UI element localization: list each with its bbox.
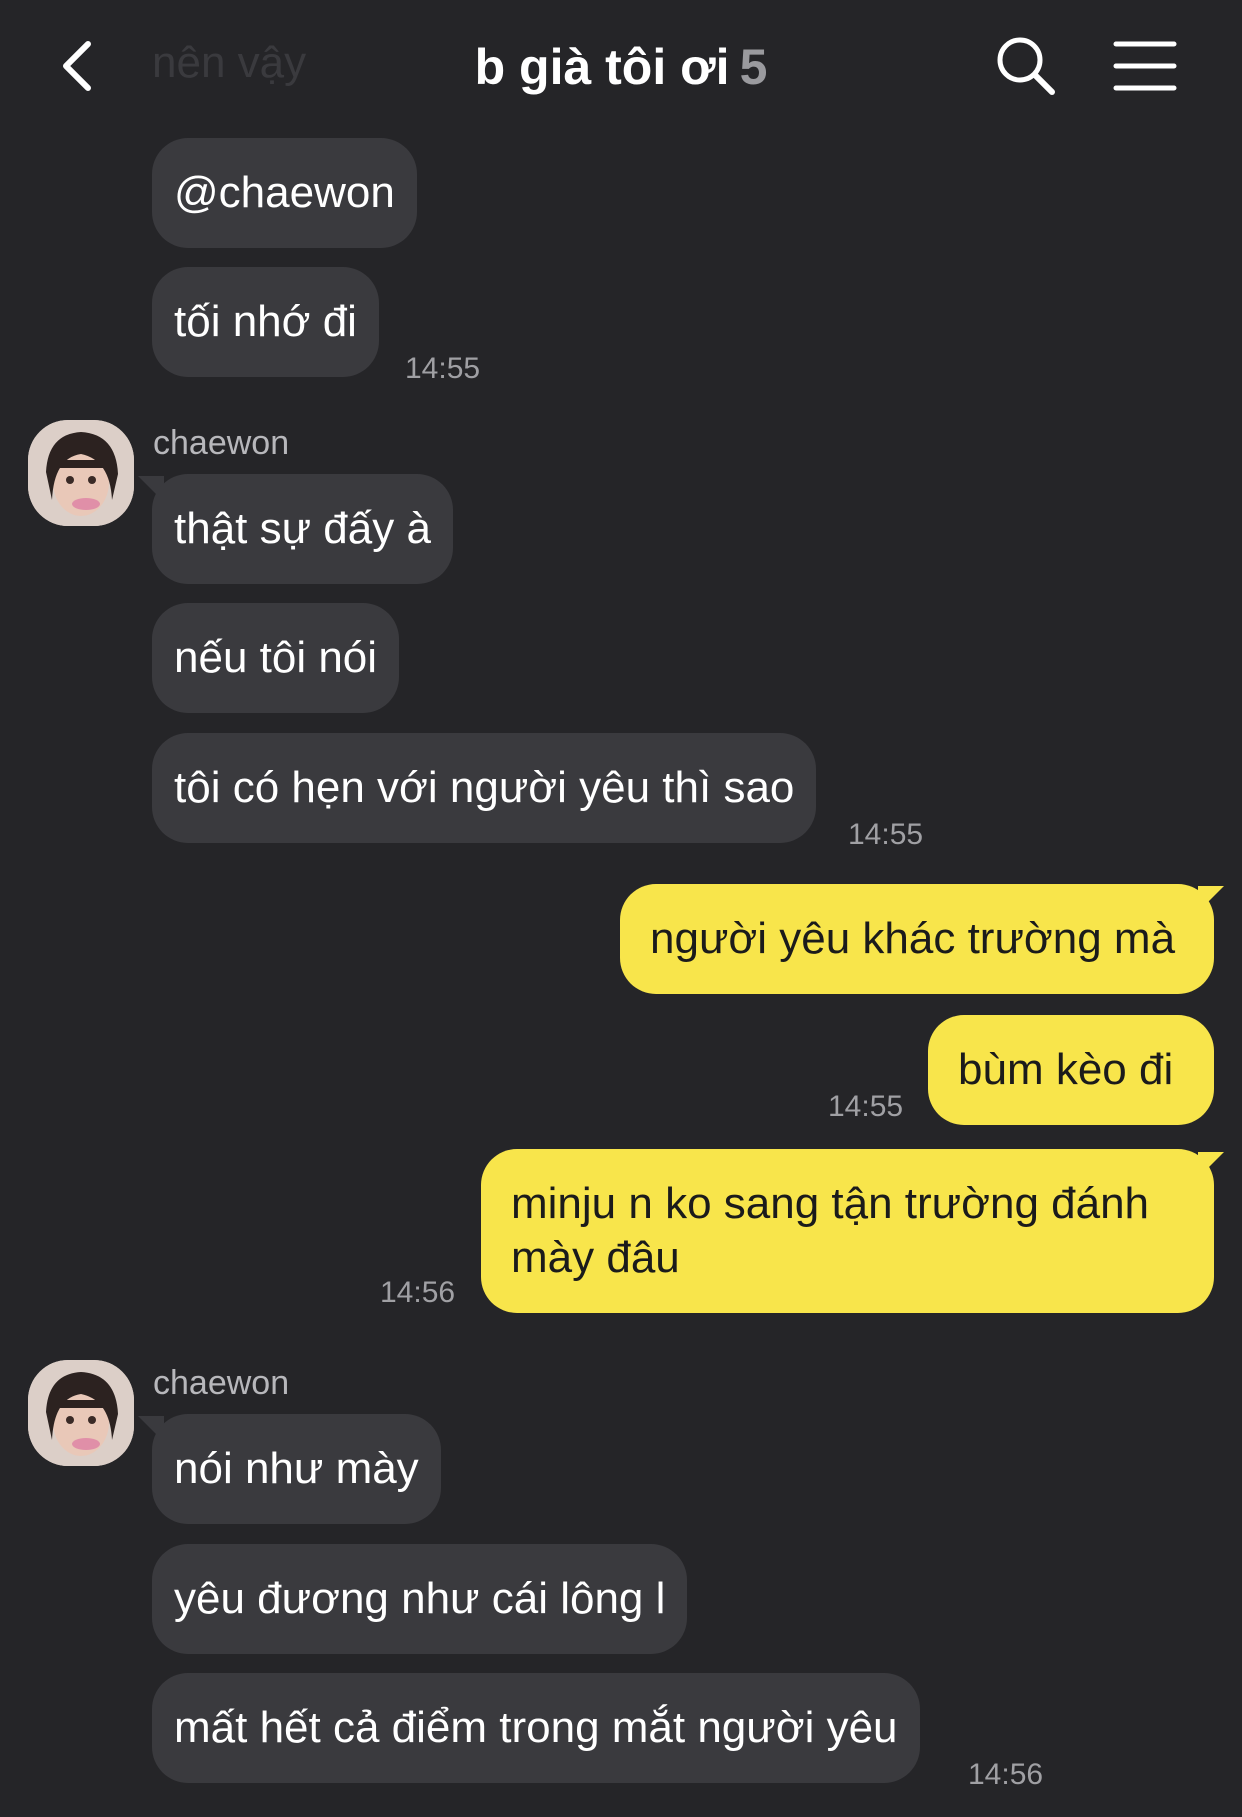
chat-title-text: b già tôi ơi xyxy=(474,39,730,95)
message-timestamp: 14:56 xyxy=(968,1758,1044,1791)
message-timestamp: 14:55 xyxy=(828,1090,904,1123)
incoming-message[interactable]: tôi có hẹn với người yêu thì sao xyxy=(152,733,817,843)
sender-name: chaewon xyxy=(153,424,290,462)
message-timestamp: 14:55 xyxy=(848,818,924,851)
chat-header: nên vậy b già tôi ơi 5 xyxy=(0,0,1242,130)
avatar[interactable] xyxy=(28,420,134,526)
incoming-message[interactable]: tối nhớ đi xyxy=(152,267,379,377)
search-icon[interactable] xyxy=(994,34,1058,98)
incoming-message[interactable]: @chaewon xyxy=(152,138,417,248)
sender-name: chaewon xyxy=(153,1364,290,1402)
incoming-message[interactable]: yêu đương như cái lông l xyxy=(152,1544,688,1654)
member-count: 5 xyxy=(739,39,768,95)
outgoing-message[interactable]: người yêu khác trường mà xyxy=(620,884,1214,994)
outgoing-message[interactable]: bùm kèo đi xyxy=(928,1015,1214,1125)
incoming-message[interactable]: mất hết cả điểm trong mắt người yêu xyxy=(152,1673,920,1783)
message-timestamp: 14:55 xyxy=(405,352,481,385)
outgoing-message[interactable]: minju n ko sang tận trường đánh mày đâu xyxy=(481,1149,1214,1313)
incoming-message[interactable]: thật sự đấy à xyxy=(152,474,453,584)
avatar[interactable] xyxy=(28,1360,134,1466)
menu-icon[interactable] xyxy=(1112,38,1178,94)
avatar-photo xyxy=(28,1360,134,1466)
message-line: minju n ko sang tận trường đánh xyxy=(511,1179,1150,1228)
message-line: mày đâu xyxy=(511,1233,680,1282)
incoming-message[interactable]: nói như mày xyxy=(152,1414,441,1524)
message-timestamp: 14:56 xyxy=(380,1276,456,1309)
avatar-photo xyxy=(28,420,134,526)
incoming-message[interactable]: nếu tôi nói xyxy=(152,603,400,713)
